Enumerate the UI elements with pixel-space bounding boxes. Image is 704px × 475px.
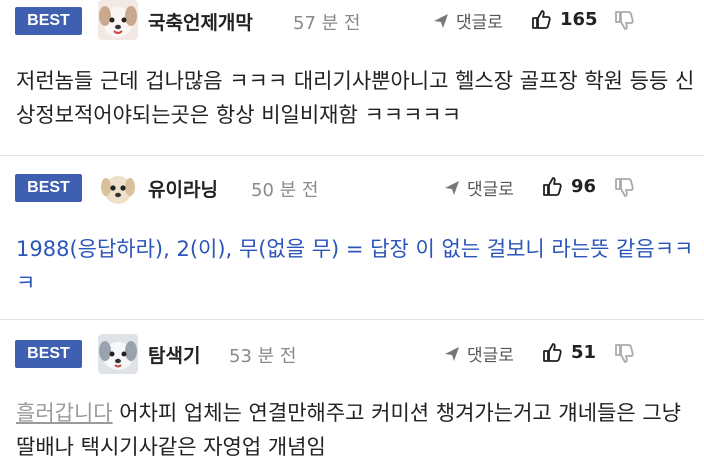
thumbs-up-icon <box>532 10 551 29</box>
best-badge: BEST <box>15 340 82 368</box>
reply-label: 댓글로 <box>467 180 514 200</box>
like-button[interactable]: 165 <box>530 8 598 30</box>
comment-text-body: 어차피 업체는 연결만해주고 커미션 챙겨가는거고 걔네들은 그냥 딸배나 택시… <box>16 401 681 459</box>
thumbs-up-icon <box>543 177 562 196</box>
best-badge: BEST <box>15 174 82 202</box>
like-button[interactable]: 51 <box>541 341 596 363</box>
thumbs-up-icon <box>543 343 562 362</box>
puppy-white-avatar-icon <box>98 0 138 40</box>
dislike-button[interactable] <box>613 10 635 36</box>
quoted-user-link[interactable]: 흘러갑니다 <box>16 401 113 425</box>
send-arrow-icon <box>434 13 448 28</box>
like-button[interactable]: 96 <box>541 175 596 197</box>
comment-time: 53 분 전 <box>229 346 297 367</box>
reply-label: 댓글로 <box>467 346 514 366</box>
comment-text: 저런놈들 근데 겁나많음 ㅋㅋㅋ 대리기사뿐아니고 헬스장 골프장 학원 등등 … <box>16 69 695 127</box>
dislike-button[interactable] <box>613 343 635 369</box>
puppy-cream-avatar-icon <box>98 169 138 209</box>
dislike-button[interactable] <box>613 177 635 203</box>
comment-header: BEST 유이라닝 50 분 전 댓글로 96 <box>0 168 704 209</box>
reply-button[interactable]: 댓글로 <box>443 341 514 366</box>
send-arrow-icon <box>445 180 459 195</box>
comment-text: 1988(응답하라), 2(이), 무(없을 무) = 답장 이 없는 걸보니 … <box>16 237 694 295</box>
comment-item: BEST 국축언제개막 57 분 전 댓글로 165 저런놈들 근데 겁나많음 … <box>0 0 704 155</box>
reply-button[interactable]: 댓글로 <box>443 175 514 200</box>
comment-author[interactable]: 유이라닝 <box>148 175 218 202</box>
send-arrow-icon <box>445 346 459 361</box>
best-badge: BEST <box>15 7 82 35</box>
comment-time: 50 분 전 <box>251 180 319 201</box>
thumbs-down-icon <box>615 178 634 197</box>
comment-author[interactable]: 탐색기 <box>148 341 200 368</box>
puppy-gray-avatar-icon <box>98 334 138 374</box>
avatar[interactable] <box>98 334 138 374</box>
comment-item: BEST 탐색기 53 분 전 댓글로 51 흘러갑니다 어차피 업체는 연결만… <box>0 320 704 475</box>
like-count: 51 <box>571 341 597 363</box>
avatar[interactable] <box>98 0 138 40</box>
comment-header: BEST 국축언제개막 57 분 전 댓글로 165 <box>0 0 704 40</box>
avatar[interactable] <box>98 169 138 209</box>
comment-author[interactable]: 국축언제개막 <box>148 8 253 35</box>
like-count: 165 <box>560 8 598 30</box>
like-count: 96 <box>571 175 597 197</box>
comment-text: 흘러갑니다 어차피 업체는 연결만해주고 커미션 챙겨가는거고 걔네들은 그냥 … <box>16 396 696 464</box>
thumbs-down-icon <box>615 344 634 363</box>
reply-button[interactable]: 댓글로 <box>432 8 503 33</box>
comment-item: BEST 유이라닝 50 분 전 댓글로 96 1988(응답하라), 2(이)… <box>0 156 704 319</box>
comment-header: BEST 탐색기 53 분 전 댓글로 51 <box>0 333 704 374</box>
thumbs-down-icon <box>615 11 634 30</box>
reply-label: 댓글로 <box>456 13 503 33</box>
comment-time: 57 분 전 <box>293 13 361 34</box>
